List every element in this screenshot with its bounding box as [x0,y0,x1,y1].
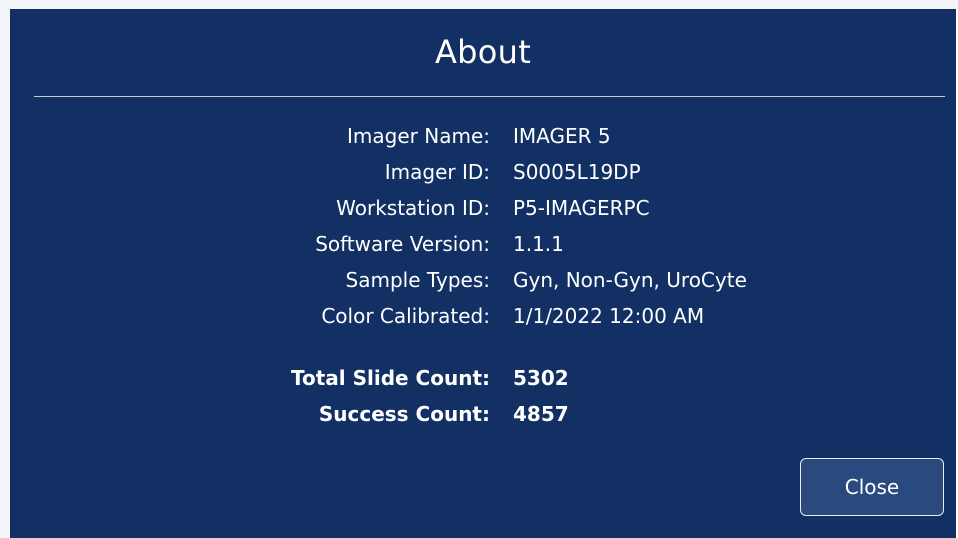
count-value: 4857 [513,402,569,426]
detail-label: Imager Name: [347,124,490,148]
count-label: Total Slide Count: [290,366,490,390]
detail-label: Software Version: [315,232,490,256]
window-background-left [0,0,10,538]
detail-row-imager-id: Imager ID: S0005L19DP [10,155,956,191]
detail-value: 1.1.1 [513,232,564,256]
detail-label: Color Calibrated: [321,304,490,328]
count-value: 5302 [513,366,569,390]
detail-value: Gyn, Non-Gyn, UroCyte [513,268,747,292]
detail-row-color-calibrated: Color Calibrated: 1/1/2022 12:00 AM [10,299,956,335]
detail-row-software-version: Software Version: 1.1.1 [10,227,956,263]
detail-row-workstation-id: Workstation ID: P5-IMAGERPC [10,191,956,227]
detail-row-sample-types: Sample Types: Gyn, Non-Gyn, UroCyte [10,263,956,299]
detail-value: IMAGER 5 [513,124,611,148]
detail-row-imager-name: Imager Name: IMAGER 5 [10,119,956,155]
detail-label: Workstation ID: [336,196,490,220]
about-dialog: About Imager Name: IMAGER 5 Imager ID: S… [10,9,956,538]
dialog-title: About [434,33,532,71]
detail-value: P5-IMAGERPC [513,196,650,220]
window-background-top [0,0,958,9]
imager-info: Imager Name: IMAGER 5 Imager ID: S0005L1… [10,119,956,433]
detail-label: Sample Types: [345,268,490,292]
detail-label: Imager ID: [384,160,490,184]
title-divider [34,96,945,97]
detail-value: S0005L19DP [513,160,641,184]
detail-value: 1/1/2022 12:00 AM [513,304,705,328]
count-label: Success Count: [318,402,490,426]
count-row-success: Success Count: 4857 [10,397,956,433]
count-row-total-slides: Total Slide Count: 5302 [10,361,956,397]
close-button[interactable]: Close [800,458,944,516]
